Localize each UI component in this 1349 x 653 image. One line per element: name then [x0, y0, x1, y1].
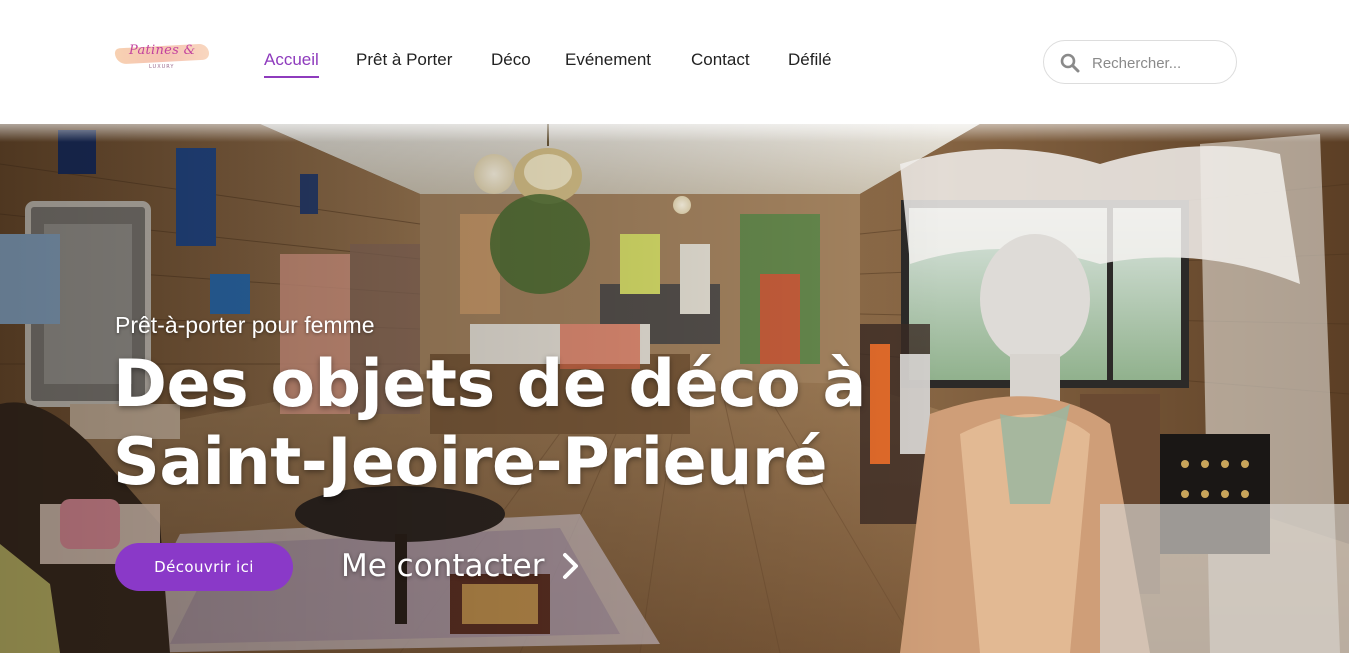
- search-input[interactable]: [1092, 51, 1230, 75]
- nav-item-defile[interactable]: Défilé: [788, 50, 831, 76]
- nav-item-deco[interactable]: Déco: [491, 50, 531, 76]
- logo-subtext: LUXURY: [149, 64, 175, 70]
- hero-banner: Prêt-à-porter pour femme Des objets de d…: [0, 124, 1349, 653]
- discover-button[interactable]: Découvrir ici: [115, 543, 293, 591]
- hero-title-line-2: Saint-Jeoire-Prieuré: [113, 425, 828, 500]
- hero-kicker: Prêt-à-porter pour femme: [115, 312, 375, 338]
- site-logo[interactable]: Patines & LUXURY: [113, 40, 211, 74]
- nav-item-accueil[interactable]: Accueil: [264, 50, 319, 78]
- nav-item-contact[interactable]: Contact: [691, 50, 750, 76]
- chevron-right-icon: [562, 553, 578, 579]
- search-box: [1043, 40, 1237, 84]
- hero-title: Des objets de déco à Saint-Jeoire-Prieur…: [113, 346, 913, 502]
- logo-text: Patines &: [129, 43, 196, 58]
- nav-item-evenement[interactable]: Evénement: [565, 50, 651, 76]
- nav-item-pret-a-porter[interactable]: Prêt à Porter: [356, 50, 452, 76]
- search-icon[interactable]: [1060, 53, 1080, 73]
- hero-top-fade: [0, 124, 1349, 142]
- site-header: Patines & LUXURY Accueil Prêt à Porter D…: [0, 0, 1349, 124]
- contact-me-link[interactable]: Me contacter: [341, 544, 579, 588]
- contact-me-label: Me contacter: [341, 548, 545, 584]
- hero-title-line-1: Des objets de déco à: [113, 347, 866, 422]
